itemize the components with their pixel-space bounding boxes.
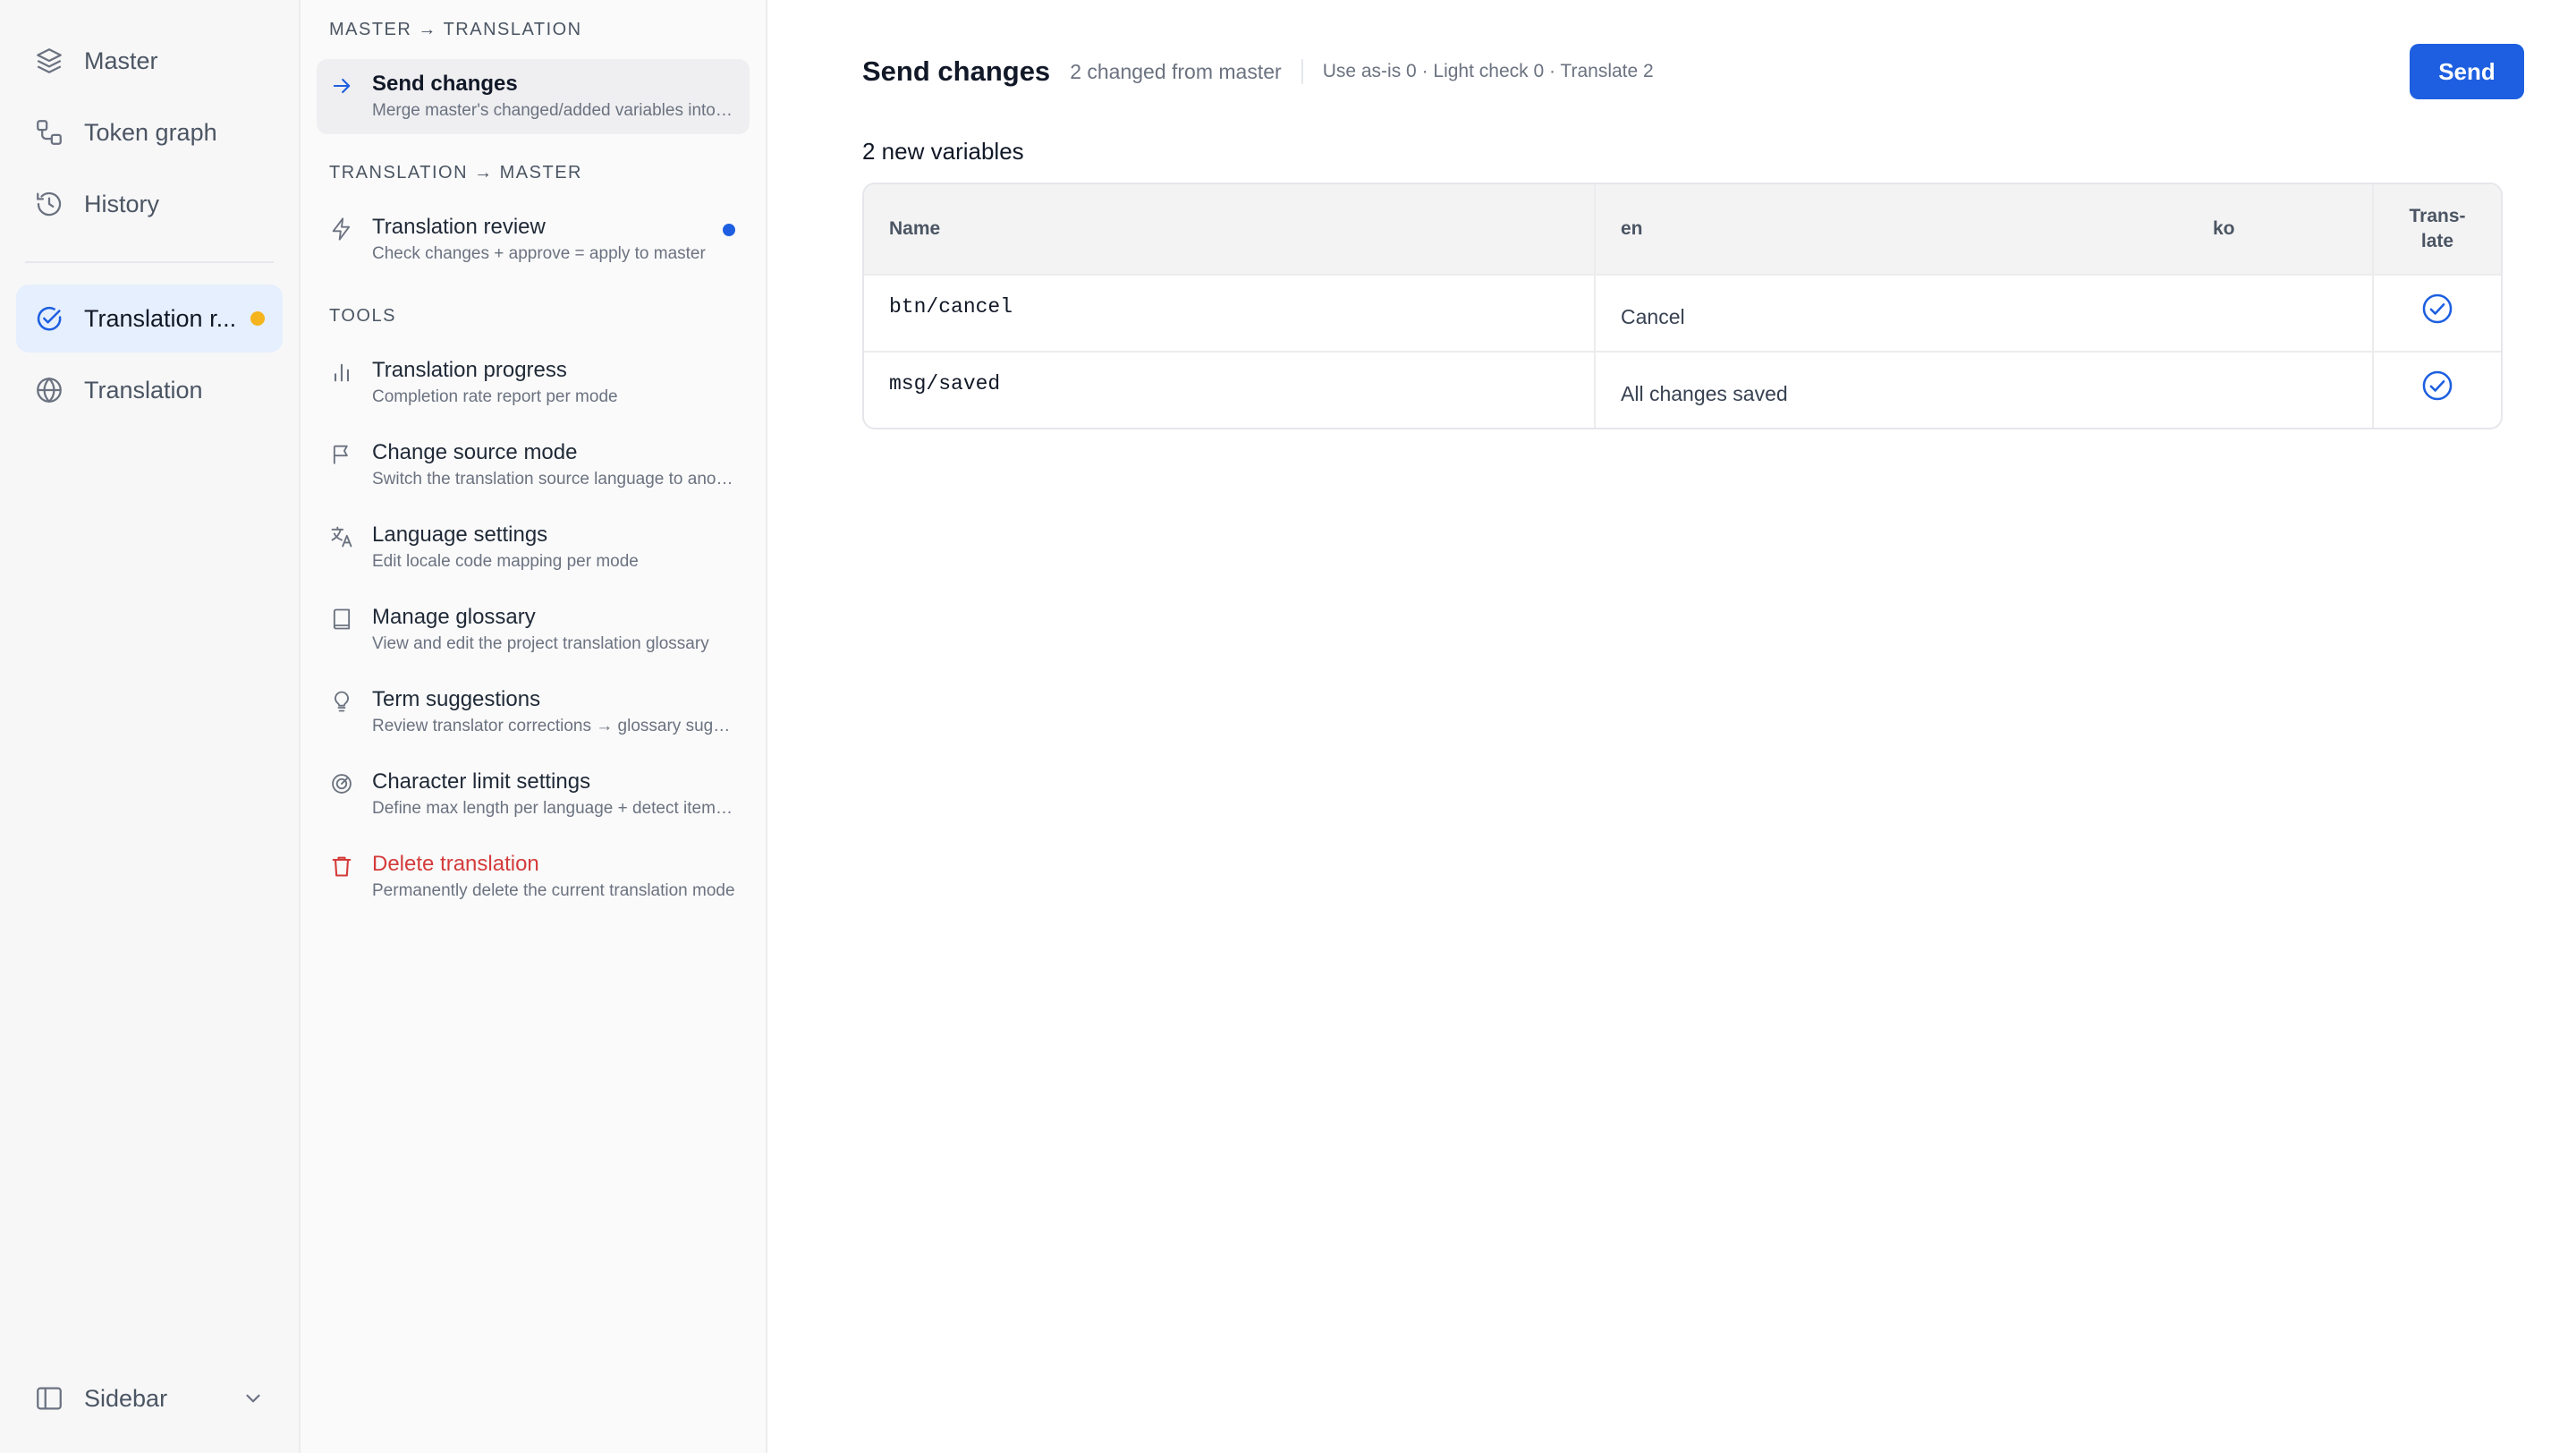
changed-count: 2 changed from master: [1070, 59, 1282, 83]
tool-desc: Review translator corrections → glossary…: [372, 717, 737, 735]
chevron-down-icon: [242, 1387, 265, 1410]
nav-item-master[interactable]: Master: [16, 27, 283, 95]
tool-title: Manage glossary: [372, 605, 536, 629]
variables-table: Name en ko Trans- late btn/cancel Cancel: [862, 183, 2503, 429]
value-ko[interactable]: [2213, 353, 2374, 428]
history-icon: [34, 189, 64, 219]
column-header-en: en: [1621, 218, 1643, 239]
section-label-master-to-translation: MASTER → TRANSLATION: [329, 20, 582, 39]
sidebar-icon: [34, 1383, 64, 1414]
nav-item-translation-review[interactable]: Translation r...: [16, 285, 283, 353]
tool-title: Language settings: [372, 523, 548, 547]
tool-title: Change source mode: [372, 440, 578, 464]
table-row: btn/cancel Cancel: [864, 274, 2501, 351]
column-header-translate: Trans- late: [2374, 184, 2501, 274]
tools-panel: MASTER → TRANSLATION Send changes Merge …: [301, 0, 767, 1453]
check-circle-icon: [2422, 293, 2453, 324]
value-en: All changes saved: [1621, 381, 1788, 405]
left-nav: Master Token graph History Translation r…: [0, 0, 301, 1453]
tool-title: Send changes: [372, 72, 518, 96]
tool-desc: Check changes + approve = apply to maste…: [372, 244, 706, 263]
page-header: Send changes 2 changed from master Use a…: [862, 43, 2524, 100]
check-circle-icon: [34, 303, 64, 334]
bar-chart-icon: [329, 360, 354, 385]
nav-item-label: History: [84, 190, 160, 217]
main-content: Send changes 2 changed from master Use a…: [767, 0, 2576, 1453]
translate-icon: [329, 524, 354, 549]
header-divider: [1301, 59, 1303, 84]
tool-desc: Define max length per language + detect …: [372, 799, 737, 818]
arrow-right-icon: [329, 73, 354, 98]
tool-desc: Edit locale code mapping per mode: [372, 552, 639, 571]
tool-character-limit-settings[interactable]: Character limit settings Define max leng…: [317, 757, 750, 832]
tool-desc: Completion rate report per mode: [372, 387, 618, 406]
value-ko[interactable]: [2213, 276, 2374, 351]
column-header-translate-line2: late: [2420, 231, 2454, 251]
tool-term-suggestions[interactable]: Term suggestions Review translator corre…: [317, 675, 750, 750]
tool-desc: Merge master's changed/added variables i…: [372, 101, 737, 120]
trash-icon: [329, 854, 354, 879]
notification-dot: [723, 224, 735, 236]
lightning-icon: [329, 217, 354, 242]
tool-change-source-mode[interactable]: Change source mode Switch the translatio…: [317, 428, 750, 503]
column-header-name: Name: [864, 184, 1596, 274]
tool-translation-progress[interactable]: Translation progress Completion rate rep…: [317, 345, 750, 421]
new-variables-label: 2 new variables: [862, 138, 1024, 165]
section-label-translation-to-master: TRANSLATION → MASTER: [329, 163, 582, 183]
layers-icon: [34, 46, 64, 76]
variable-name: msg/saved: [864, 353, 1596, 428]
nav-item-translation[interactable]: Translation: [16, 356, 283, 424]
tool-title: Term suggestions: [372, 687, 541, 711]
sidebar-toggle[interactable]: Sidebar: [16, 1369, 283, 1428]
check-circle-icon: [2422, 370, 2453, 401]
lightbulb-icon: [329, 689, 354, 714]
globe-icon: [34, 375, 64, 405]
send-button[interactable]: Send: [2410, 44, 2524, 99]
tool-delete-translation[interactable]: Delete translation Permanently delete th…: [317, 839, 750, 914]
table-row: msg/saved All changes saved: [864, 351, 2501, 428]
nav-item-label: Token graph: [84, 118, 217, 146]
nav-item-history[interactable]: History: [16, 170, 283, 238]
nav-item-label: Master: [84, 47, 158, 74]
translate-toggle[interactable]: [2374, 276, 2501, 351]
tool-desc: Switch the translation source language t…: [372, 470, 737, 489]
translate-toggle[interactable]: [2374, 353, 2501, 428]
table-header-row: Name en ko Trans- late: [864, 184, 2501, 274]
tool-desc: Permanently delete the current translati…: [372, 881, 735, 900]
book-icon: [329, 607, 354, 632]
unread-badge: [250, 311, 265, 326]
nav-item-label: Translation r...: [84, 304, 237, 332]
gauge-icon: [329, 771, 354, 796]
tool-translation-review[interactable]: Translation review Check changes + appro…: [317, 202, 750, 277]
tool-title: Character limit settings: [372, 769, 591, 794]
tool-manage-glossary[interactable]: Manage glossary View and edit the projec…: [317, 592, 750, 667]
tool-desc: View and edit the project translation gl…: [372, 634, 709, 653]
value-en: Cancel: [1621, 304, 1685, 328]
sidebar-label: Sidebar: [84, 1384, 168, 1412]
tool-language-settings[interactable]: Language settings Edit locale code mappi…: [317, 510, 750, 585]
page-title: Send changes: [862, 55, 1051, 87]
nav-item-token-graph[interactable]: Token graph: [16, 98, 283, 166]
section-label-tools: TOOLS: [329, 306, 396, 326]
column-header-ko: ko: [2213, 184, 2374, 274]
tool-title: Delete translation: [372, 852, 539, 876]
tool-title: Translation review: [372, 215, 546, 239]
column-header-translate-line1: Trans-: [2409, 206, 2466, 226]
app-root: Master Token graph History Translation r…: [0, 0, 2576, 1453]
token-graph-icon: [34, 117, 64, 148]
action-stats: Use as-is 0 · Light check 0 · Translate …: [1322, 61, 1654, 81]
nav-divider: [25, 261, 274, 263]
tool-send-changes[interactable]: Send changes Merge master's changed/adde…: [317, 59, 750, 134]
flag-icon: [329, 442, 354, 467]
tool-title: Translation progress: [372, 358, 567, 382]
nav-item-label: Translation: [84, 376, 203, 404]
variable-name: btn/cancel: [864, 276, 1596, 351]
